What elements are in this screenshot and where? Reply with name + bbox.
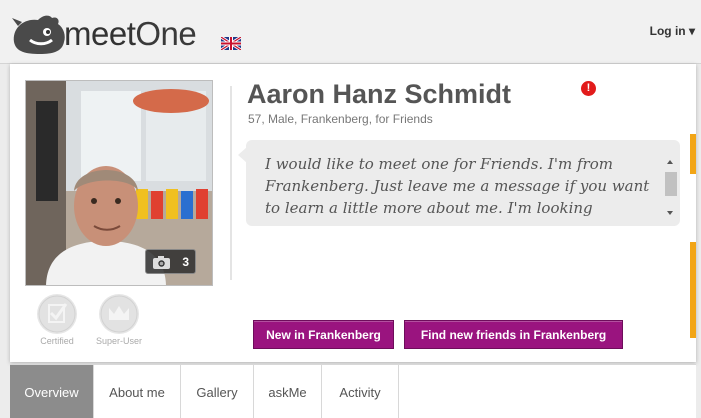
vertical-divider [230, 86, 232, 280]
side-accent-bar [690, 134, 696, 174]
about-text: I would like to meet one for Friends. I'… [265, 155, 650, 217]
uk-flag-icon[interactable] [221, 37, 241, 50]
certified-label: Certified [40, 336, 74, 346]
profile-tabs: Overview About me Gallery askMe Activity [10, 364, 696, 418]
profile-meta: 57, Male, Frankenberg, for Friends [248, 112, 433, 126]
tab-askme[interactable]: askMe [254, 365, 322, 418]
photo-count-value: 3 [182, 254, 189, 269]
photo-count-badge[interactable]: 3 [145, 249, 196, 274]
top-header: meetOne Log in ▾ [0, 0, 701, 64]
tab-gallery[interactable]: Gallery [181, 365, 254, 418]
tab-overview[interactable]: Overview [10, 365, 94, 418]
logo-text-one: One [135, 14, 197, 52]
camera-icon [153, 256, 170, 269]
new-in-city-button[interactable]: New in Frankenberg [253, 320, 394, 349]
side-accent-bar-lower [690, 242, 696, 338]
meetone-logo[interactable]: meetOne [10, 12, 197, 54]
super-user-badge [99, 294, 139, 334]
logo-mascot-icon [12, 15, 65, 54]
scroll-down-icon[interactable] [667, 211, 673, 215]
certified-icon [38, 295, 76, 333]
certified-badge [37, 294, 77, 334]
about-scrollbar[interactable] [664, 155, 678, 221]
crown-icon [100, 295, 138, 333]
logo-text: meetOne [64, 14, 197, 52]
report-alert-icon[interactable]: ! [581, 81, 596, 96]
login-menu[interactable]: Log in ▾ [650, 24, 695, 38]
tab-activity[interactable]: Activity [322, 365, 399, 418]
find-friends-button[interactable]: Find new friends in Frankenberg [404, 320, 623, 349]
tab-about-me[interactable]: About me [94, 365, 181, 418]
profile-name: Aaron Hanz Schmidt [247, 79, 512, 109]
scroll-thumb[interactable] [665, 172, 677, 196]
super-user-label: Super-User [95, 336, 142, 346]
scroll-up-icon[interactable] [667, 160, 673, 164]
logo-text-meet: meet [64, 14, 136, 52]
